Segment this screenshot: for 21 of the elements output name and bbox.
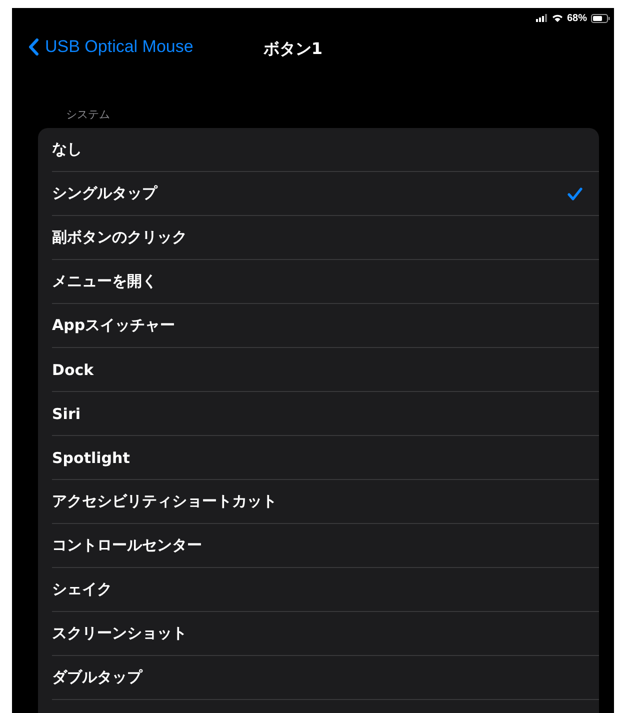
- option-row[interactable]: Spotlight: [52, 436, 599, 480]
- option-row[interactable]: シェイク: [52, 568, 599, 612]
- battery-percentage: 68%: [566, 12, 587, 24]
- option-row[interactable]: アクセシビリティショートカット: [52, 480, 599, 524]
- back-chevron-icon: [28, 38, 39, 56]
- wifi-icon: [552, 14, 563, 22]
- signal-icon: [536, 14, 548, 22]
- option-row[interactable]: Appスイッチャー: [52, 304, 599, 348]
- option-row[interactable]: コントロールセンター: [52, 524, 599, 568]
- option-row[interactable]: メニューを開く: [52, 260, 599, 304]
- option-row[interactable]: ダブルタップ: [52, 656, 599, 700]
- option-row[interactable]: スクリーンショット: [52, 612, 599, 656]
- option-row[interactable]: Dock: [52, 348, 599, 392]
- option-row[interactable]: シングルタップ: [52, 172, 599, 216]
- option-row[interactable]: 副ボタンのクリック: [52, 216, 599, 260]
- section-header: システム: [66, 107, 111, 122]
- battery-icon: [591, 14, 610, 22]
- back-button[interactable]: USB Optical Mouse: [28, 37, 194, 57]
- page-title: ボタン1: [263, 39, 323, 58]
- option-row[interactable]: なし: [52, 128, 599, 172]
- option-row[interactable]: Siri: [52, 392, 599, 436]
